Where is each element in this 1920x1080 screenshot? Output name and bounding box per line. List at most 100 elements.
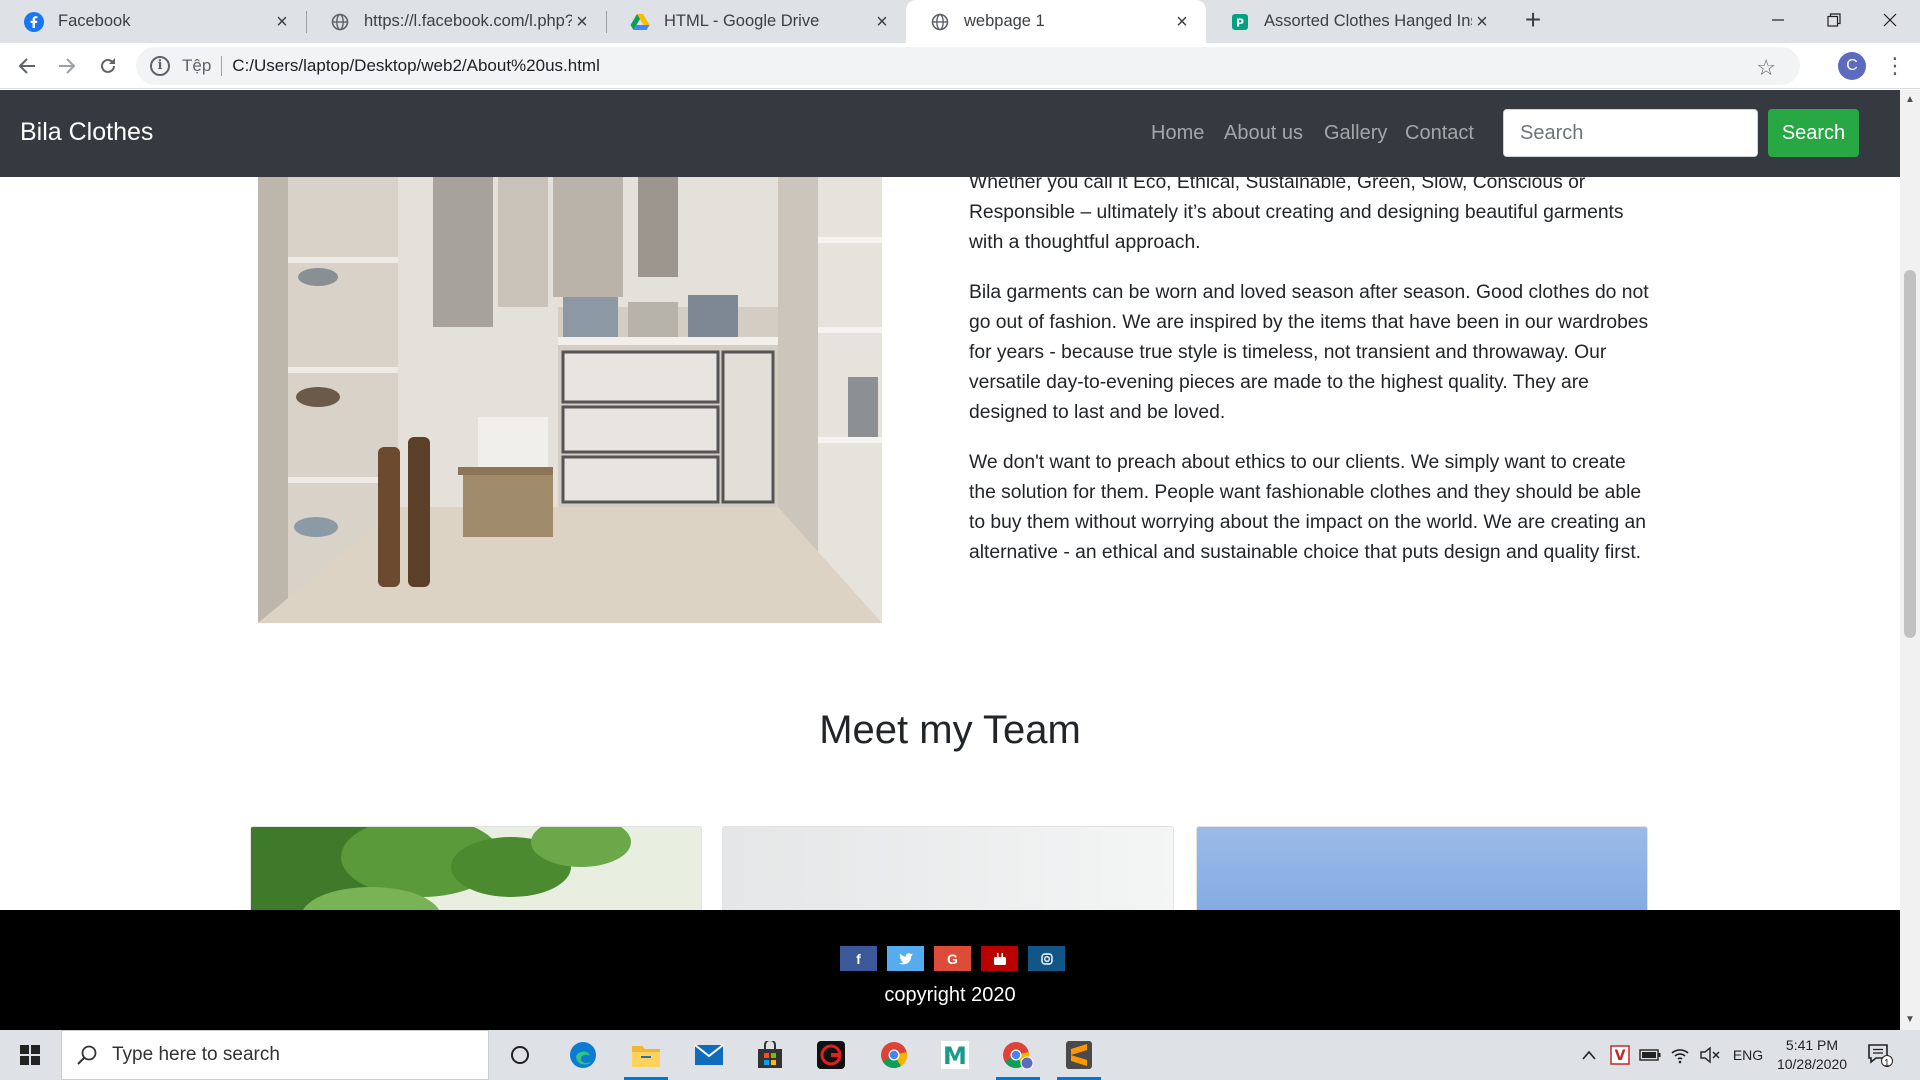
cortana-icon: [511, 1046, 529, 1064]
globe-icon: [330, 12, 350, 32]
close-tab-icon[interactable]: ×: [1472, 12, 1492, 32]
address-divider: [221, 56, 223, 76]
taskbar-search-box[interactable]: Type here to search: [61, 1030, 489, 1080]
google-plus-icon[interactable]: G: [934, 946, 971, 971]
arrow-left-icon: [18, 58, 35, 74]
back-button[interactable]: [12, 51, 42, 81]
m-app-icon: M: [941, 1041, 969, 1070]
scroll-down-icon[interactable]: ▼: [1905, 1014, 1915, 1025]
tab-title: Assorted Clothes Hanged Inside: [1264, 12, 1472, 30]
page-scrollbar[interactable]: ▲ ▼: [1900, 90, 1920, 1030]
site-search-input[interactable]: [1503, 109, 1758, 157]
youtube-icon[interactable]: [981, 946, 1018, 971]
minimize-icon: [1772, 19, 1784, 21]
about-paragraph: We don't want to preach about ethics to …: [969, 452, 1646, 563]
taskbar-chrome-profile[interactable]: [988, 1030, 1048, 1080]
svg-text:M: M: [943, 1042, 967, 1070]
battery-icon: [1639, 1049, 1661, 1061]
tab-title: webpage 1: [964, 12, 1045, 30]
reload-icon: [101, 58, 115, 73]
tab-google-drive[interactable]: HTML - Google Drive ×: [606, 0, 906, 43]
close-window-button[interactable]: [1862, 0, 1918, 40]
site-navbar: Bila Clothes Home About us Gallery Conta…: [0, 90, 1900, 177]
taskbar-search-placeholder: Type here to search: [112, 1044, 280, 1065]
page-viewport: Whether you call it Eco, Ethical, Sustai…: [0, 90, 1900, 1030]
about-paragraph: Bila garments can be worn and loved seas…: [969, 282, 1649, 423]
site-search-button[interactable]: Search: [1768, 109, 1859, 157]
taskbar-file-explorer[interactable]: [616, 1030, 676, 1080]
show-hidden-icons-button[interactable]: [1578, 1030, 1600, 1080]
close-tab-icon[interactable]: ×: [572, 12, 592, 32]
nav-link-about-us[interactable]: About us: [1224, 122, 1303, 145]
reload-button[interactable]: [93, 51, 123, 81]
taskbar-mail[interactable]: [679, 1030, 739, 1080]
restore-window-button[interactable]: [1806, 0, 1862, 40]
restore-icon: [1827, 13, 1841, 27]
nav-link-home[interactable]: Home: [1151, 122, 1204, 145]
url-text[interactable]: C:/Users/laptop/Desktop/web2/About%20us.…: [232, 56, 600, 76]
task-view-button[interactable]: [490, 1030, 550, 1080]
taskbar-sublime-text[interactable]: [1049, 1030, 1109, 1080]
windows-logo-icon: [20, 1045, 40, 1065]
site-brand[interactable]: Bila Clothes: [20, 118, 153, 147]
facebook-icon: [24, 11, 44, 32]
tray-volume[interactable]: [1696, 1030, 1724, 1080]
about-paragraph: Whether you call it Eco, Ethical, Sustai…: [969, 172, 1624, 253]
close-tab-icon[interactable]: ×: [872, 12, 892, 32]
site-footer: f G copyright 2020: [0, 910, 1900, 1030]
taskbar-chrome[interactable]: [864, 1030, 924, 1080]
taskbar-clock[interactable]: 5:41 PM 10/28/2020: [1770, 1036, 1854, 1074]
volume-muted-icon: [1700, 1046, 1720, 1064]
taskbar-mindmanager[interactable]: M: [925, 1030, 985, 1080]
scroll-up-icon[interactable]: ▲: [1905, 94, 1915, 105]
browser-menu-icon[interactable]: ⋮: [1884, 51, 1906, 81]
close-tab-icon[interactable]: ×: [1172, 12, 1192, 32]
scrollbar-thumb[interactable]: [1904, 270, 1916, 638]
tab-facebook-link[interactable]: https://l.facebook.com/l.php?u=h ×: [306, 0, 606, 43]
new-tab-button[interactable]: +: [1518, 6, 1548, 36]
twitter-icon[interactable]: [887, 946, 924, 971]
windows-taskbar: Type here to search M V ENG 5:41 PM 10/2…: [0, 1030, 1920, 1080]
forward-button[interactable]: [52, 51, 82, 81]
minimize-window-button[interactable]: [1750, 0, 1806, 40]
close-tab-icon[interactable]: ×: [272, 12, 292, 32]
start-button[interactable]: [0, 1030, 60, 1080]
taskbar-garena[interactable]: [801, 1030, 861, 1080]
edge-icon: [570, 1042, 596, 1068]
close-icon: [1883, 13, 1897, 27]
image-site-icon: P: [1230, 12, 1250, 32]
clock-time: 5:41 PM: [1785, 1037, 1839, 1053]
social-links: f G: [840, 946, 1065, 971]
folder-icon: [632, 1046, 660, 1067]
tray-battery[interactable]: [1636, 1030, 1664, 1080]
address-bar[interactable]: i Tệp C:/Users/laptop/Desktop/web2/About…: [136, 47, 1800, 85]
tray-network[interactable]: [1666, 1030, 1694, 1080]
tab-assorted-clothes[interactable]: P Assorted Clothes Hanged Inside ×: [1206, 0, 1506, 43]
store-icon: [758, 1041, 782, 1068]
instagram-icon[interactable]: [1028, 946, 1065, 971]
tab-webpage-1[interactable]: webpage 1 ×: [906, 0, 1206, 43]
scheme-label: Tệp: [182, 56, 212, 75]
arrow-right-icon: [59, 58, 76, 74]
action-center-button[interactable]: 1: [1860, 1030, 1900, 1080]
facebook-icon[interactable]: f: [840, 946, 877, 971]
tray-language[interactable]: ENG: [1728, 1030, 1768, 1080]
tab-facebook[interactable]: Facebook ×: [0, 0, 306, 43]
google-drive-icon: [630, 12, 650, 32]
tray-antivirus[interactable]: V: [1606, 1030, 1634, 1080]
info-icon[interactable]: i: [150, 56, 170, 76]
profile-avatar[interactable]: C: [1838, 52, 1866, 80]
sublime-text-icon: [1066, 1041, 1092, 1069]
about-wardrobe-image: [258, 177, 882, 623]
taskbar-edge[interactable]: [553, 1030, 613, 1080]
chevron-up-icon: [1582, 1050, 1596, 1060]
garena-icon: [817, 1041, 845, 1069]
taskbar-store[interactable]: [740, 1030, 800, 1080]
nav-link-gallery[interactable]: Gallery: [1324, 122, 1387, 145]
nav-link-contact[interactable]: Contact: [1405, 122, 1474, 145]
clock-date: 10/28/2020: [1776, 1056, 1848, 1072]
tab-title: Facebook: [58, 12, 131, 30]
chrome-profile-icon: [1003, 1042, 1034, 1070]
about-text: Whether you call it Eco, Ethical, Sustai…: [969, 168, 1649, 588]
bookmark-star-icon[interactable]: ☆: [1756, 55, 1776, 81]
